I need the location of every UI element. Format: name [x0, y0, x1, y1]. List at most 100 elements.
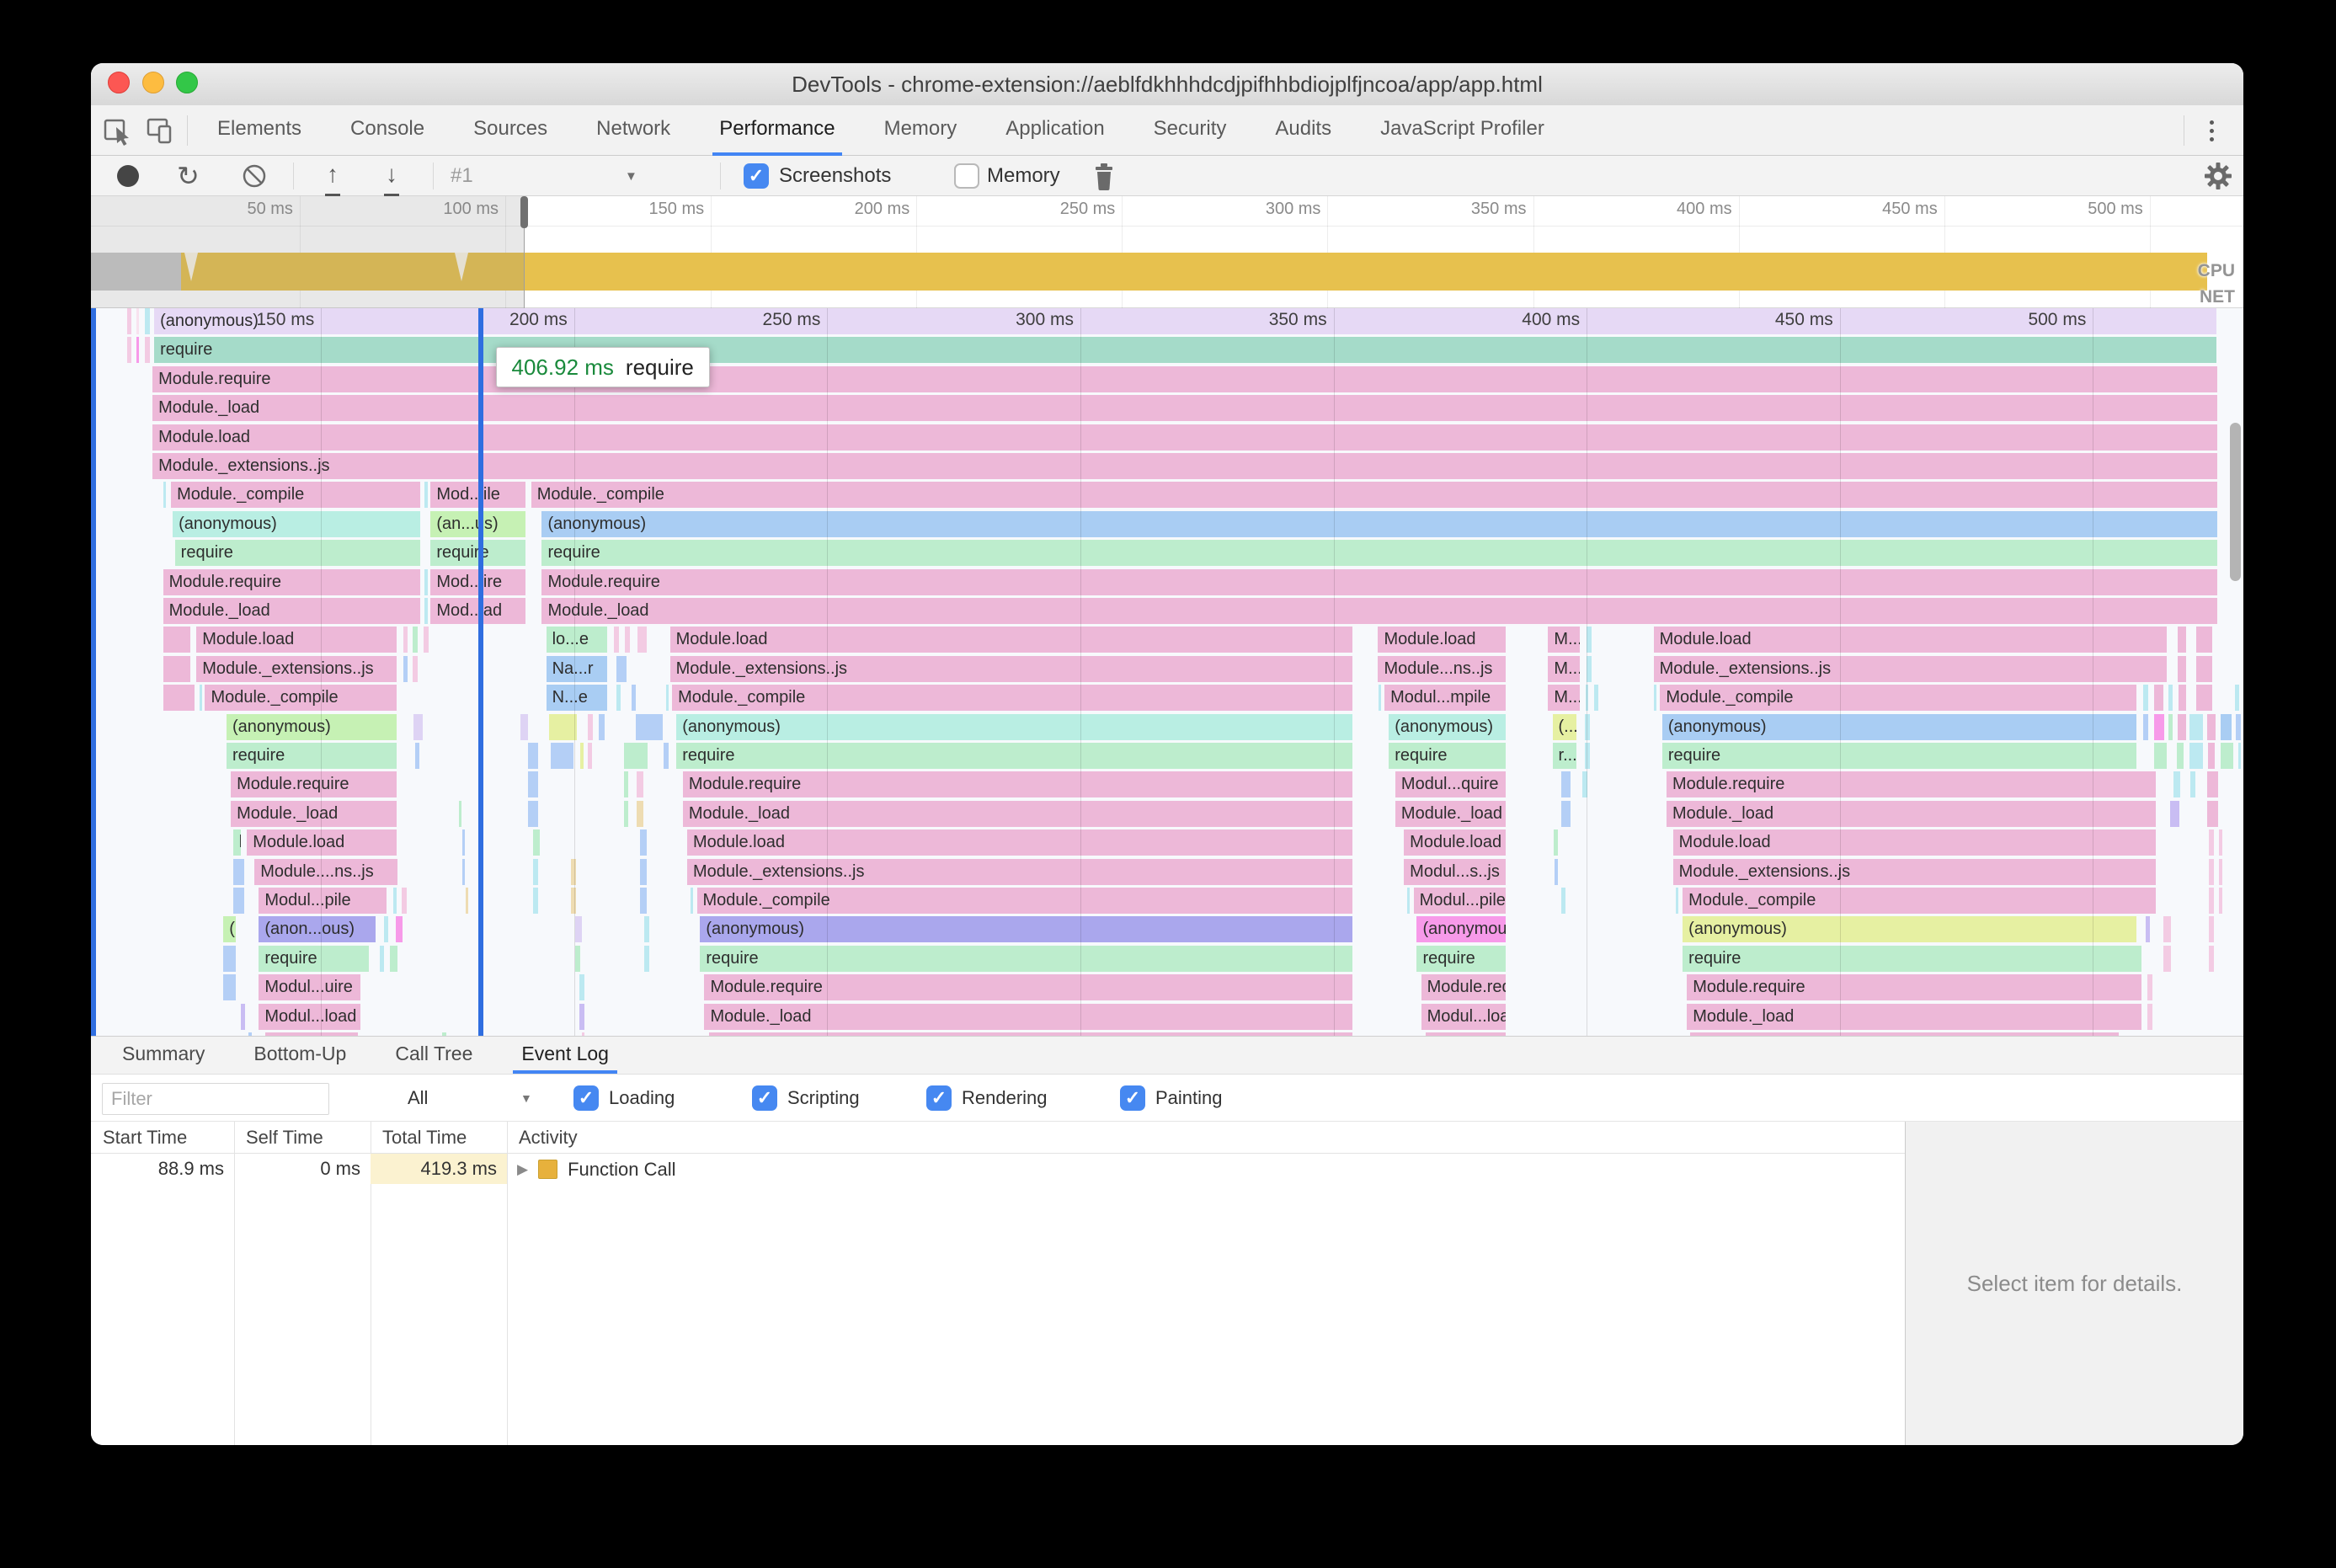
- flame-bar[interactable]: [614, 627, 619, 653]
- flame-bar[interactable]: [579, 1003, 584, 1030]
- flame-bar[interactable]: [2218, 829, 2222, 856]
- flame-bar-module-require[interactable]: Module.require: [152, 365, 2217, 392]
- flame-bar-module-compile[interactable]: Module._compile: [531, 482, 2217, 509]
- flame-bar[interactable]: [2168, 713, 2173, 740]
- flame-bar[interactable]: [379, 945, 385, 972]
- flame-bar-module-compile[interactable]: Module._compile: [672, 685, 1353, 712]
- flame-bar-m[interactable]: M...: [1548, 685, 1581, 712]
- flame-bar-module-load[interactable]: Module._load: [704, 1003, 1353, 1030]
- flame-bar[interactable]: [643, 945, 649, 972]
- flame-bar[interactable]: [2153, 743, 2167, 769]
- flame-bar[interactable]: [2178, 655, 2186, 682]
- flame-bar[interactable]: [2170, 800, 2179, 827]
- flame-bar-m[interactable]: M...: [1548, 627, 1581, 653]
- flame-bar[interactable]: [2206, 713, 2216, 740]
- tab-javascript-profiler[interactable]: JavaScript Profiler: [1373, 105, 1551, 156]
- flame-bar-module-load[interactable]: Module.load: [265, 1032, 359, 1036]
- flame-bar[interactable]: [581, 1032, 584, 1036]
- flame-bar-module-load[interactable]: Module.load: [196, 627, 397, 653]
- panel-tab-event-log[interactable]: Event Log: [513, 1037, 617, 1074]
- flame-bar[interactable]: [402, 888, 407, 914]
- tab-performance[interactable]: Performance: [712, 105, 842, 156]
- flame-bar[interactable]: [2147, 974, 2152, 1001]
- flame-bar[interactable]: [575, 916, 583, 943]
- flame-bar-module-load[interactable]: Module._load: [152, 395, 2217, 422]
- flame-bar-anon-ous[interactable]: (anon...ous): [259, 916, 376, 943]
- flame-bar[interactable]: [639, 888, 647, 914]
- flame-bar-anonymous[interactable]: (anonymous): [1389, 713, 1506, 740]
- flame-bar[interactable]: [580, 743, 584, 769]
- device-toolbar-icon[interactable]: [145, 115, 175, 146]
- flame-bar[interactable]: [588, 743, 592, 769]
- flame-bar[interactable]: [423, 627, 429, 653]
- flame-bar-modul-load[interactable]: Modul...load: [259, 1003, 361, 1030]
- flame-bar[interactable]: [1555, 858, 1559, 885]
- flame-bar[interactable]: [232, 858, 245, 885]
- panel-tab-bottom-up[interactable]: Bottom-Up: [245, 1037, 355, 1074]
- flame-bar[interactable]: [533, 829, 541, 856]
- flame-bar[interactable]: [639, 829, 647, 856]
- flame-bar[interactable]: [2163, 945, 2171, 972]
- flame-bar[interactable]: [144, 308, 151, 334]
- tab-memory[interactable]: Memory: [877, 105, 964, 156]
- memory-checkbox[interactable]: ✓: [954, 156, 979, 196]
- tab-security[interactable]: Security: [1147, 105, 1234, 156]
- flame-bar[interactable]: [2209, 916, 2214, 943]
- flame-bar-modul-pile[interactable]: Modul...pile: [1413, 888, 1506, 914]
- tab-application[interactable]: Application: [999, 105, 1111, 156]
- flame-bar-anonymous[interactable]: (anonymous): [173, 510, 421, 537]
- flame-bar-anonymous[interactable]: (anonymous): [676, 713, 1353, 740]
- flame-bar[interactable]: [413, 627, 418, 653]
- flame-bar[interactable]: [1560, 888, 1566, 914]
- flame-bar[interactable]: [2195, 685, 2213, 712]
- flame-bar[interactable]: [533, 888, 538, 914]
- flame-bar-module-load[interactable]: Module._load: [1395, 800, 1506, 827]
- record-button[interactable]: [117, 156, 139, 196]
- column-header-self-time[interactable]: Self Time: [234, 1122, 371, 1153]
- flame-bar-module-require[interactable]: Module.require: [1666, 771, 2156, 798]
- flame-bar-module-extensions-js[interactable]: Module._extensions..js: [152, 453, 2217, 479]
- panel-tab-summary[interactable]: Summary: [114, 1037, 213, 1074]
- flame-bar-r[interactable]: r...: [1552, 743, 1577, 769]
- flame-bar[interactable]: [520, 713, 529, 740]
- flame-bar[interactable]: [2209, 829, 2214, 856]
- flame-bar[interactable]: [1553, 829, 1559, 856]
- flame-bar[interactable]: [390, 945, 397, 972]
- flame-bar[interactable]: [575, 945, 580, 972]
- flame-bar[interactable]: [2237, 743, 2241, 769]
- trash-icon[interactable]: [1091, 156, 1117, 196]
- flame-bar[interactable]: [461, 858, 466, 885]
- flame-bar-modul-s-js[interactable]: Modul...s..js: [1404, 858, 1506, 885]
- painting-filter-checkbox[interactable]: ✓ Painting: [1120, 1075, 1223, 1122]
- flame-bar[interactable]: [1676, 888, 1679, 914]
- flame-bar[interactable]: [413, 713, 424, 740]
- flame-bar-module-load[interactable]: Module.load: [669, 627, 1353, 653]
- flame-bar-module-extensions-js[interactable]: Module._extensions..js: [687, 858, 1353, 885]
- flame-bar-module-load[interactable]: Module.load: [1672, 829, 2156, 856]
- flame-bar[interactable]: [623, 800, 629, 827]
- flame-bar-module-compile[interactable]: Module._compile: [171, 482, 421, 509]
- flame-bar[interactable]: [2221, 743, 2233, 769]
- flame-bar-anonymous[interactable]: (anonymous): [700, 916, 1353, 943]
- flame-bar-anonymous[interactable]: (anonymous): [227, 713, 397, 740]
- loading-filter-checkbox[interactable]: ✓ Loading: [573, 1075, 675, 1122]
- flame-bar-require[interactable]: require: [259, 945, 370, 972]
- flame-bar[interactable]: [2189, 743, 2203, 769]
- flame-bar[interactable]: [424, 598, 428, 624]
- flame-bar[interactable]: [459, 800, 462, 827]
- flame-bar-module-load[interactable]: Module.load: [247, 829, 397, 856]
- flame-bar[interactable]: [631, 685, 637, 712]
- flame-bar-modul-mpile[interactable]: Modul...mpile: [1384, 685, 1506, 712]
- flame-bar[interactable]: [636, 800, 644, 827]
- flame-bar-[interactable]: (...: [223, 916, 236, 943]
- flame-bar-module-extensions-js[interactable]: Module._extensions..js: [1653, 655, 2167, 682]
- flame-bar[interactable]: [588, 713, 594, 740]
- tab-elements[interactable]: Elements: [211, 105, 308, 156]
- flame-bar[interactable]: [393, 888, 397, 914]
- flame-bar-module-require[interactable]: Module.require: [682, 771, 1353, 798]
- flame-bar[interactable]: [1560, 771, 1571, 798]
- flame-bar[interactable]: [2179, 685, 2186, 712]
- inspect-element-icon[interactable]: [103, 115, 133, 146]
- screenshots-checkbox[interactable]: ✓: [744, 156, 769, 196]
- flame-bar-module-load[interactable]: Module._load: [1687, 1003, 2142, 1030]
